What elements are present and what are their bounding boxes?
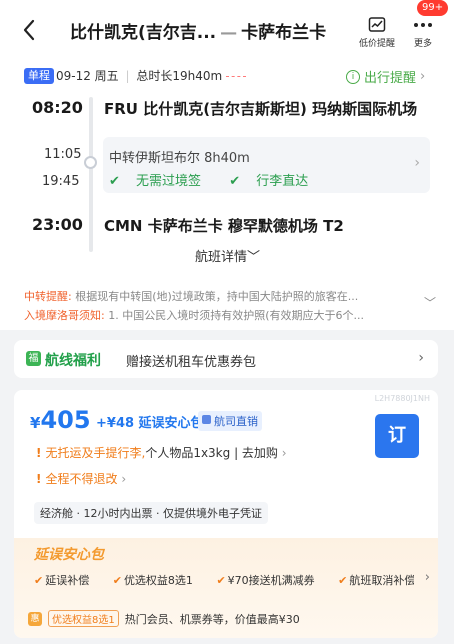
total-duration: 总时长19h40m xyxy=(136,69,223,83)
baggage-warning[interactable]: ! 无托运及手提行李,个人物品1x3kg | 去加购 › xyxy=(36,444,287,461)
check-icon: ✔ xyxy=(34,574,44,587)
baggage-through-label: 行李直达 xyxy=(256,174,309,189)
date-separator: | xyxy=(125,69,130,83)
delay-item-label: 优选权益8选1 xyxy=(123,574,193,587)
route-benefit-desc: 赠接送机租车优惠券包 xyxy=(126,355,257,370)
benefit-chip: 优选权益8选1 xyxy=(48,610,119,627)
transfer-perks: ✔ 无需过境签 ✔ 行李直达 xyxy=(109,170,332,189)
book-button[interactable]: 订 xyxy=(375,414,419,458)
no-baggage-text: 无托运及手提行李, xyxy=(45,446,146,460)
travel-reminder-link[interactable]: i 出行提醒 › xyxy=(346,67,425,86)
message-badge: 99+ xyxy=(417,0,449,16)
delay-package-addon[interactable]: +¥48 延误安心包 xyxy=(96,412,204,431)
price-alert-label: 低价提醒 xyxy=(358,39,395,49)
cabin-info: 经济舱 · 12小时内出票 · 仅提供境外电子凭证 xyxy=(34,502,268,524)
benefit-text: 热门会员、机票券等，价值最高¥30 xyxy=(124,612,300,626)
airline-direct-badge: 航司直销 xyxy=(198,411,262,431)
check-icon: ✔ xyxy=(338,574,348,587)
route-benefit-title: 航线福利 xyxy=(45,353,101,369)
check-icon: ✔ xyxy=(109,174,120,189)
chevron-right-icon: › xyxy=(277,446,287,460)
route-benefit-banner[interactable]: 福 航线福利 赠接送机租车优惠券包 › xyxy=(14,340,438,378)
transfer-city: 中转伊斯坦布尔 8h40m xyxy=(109,151,250,166)
flight-card: 单程 09-12 周五 | 总时长19h40m i 出行提醒 › 08:20 F… xyxy=(0,64,454,278)
currency-symbol: ¥ xyxy=(30,414,41,432)
flight-details-link[interactable]: 航班详情﹀ xyxy=(195,246,260,265)
gift-icon: 福 xyxy=(26,351,41,366)
delay-item-label: 延误补偿 xyxy=(45,574,90,587)
transfer-notice-text: 根据现有中转国(地)过境政策，持中国大陆护照的旅客在... xyxy=(75,290,359,303)
arrival-airport: CMN 卡萨布兰卡 穆罕默德机场 T2 xyxy=(104,217,344,235)
delay-item-label: 航班取消补偿 xyxy=(349,574,414,587)
personal-item-text: 个人物品1x3kg | 去加购 xyxy=(145,446,278,460)
price-trend-icon xyxy=(352,14,402,36)
chevron-right-icon: › xyxy=(420,69,426,84)
departure-airport: FRU 比什凯克(吉尔吉斯斯坦) 玛纳斯国际机场 xyxy=(104,100,418,118)
segment-arrival-time: 11:05 xyxy=(44,147,82,162)
offer-code: L2H7880J1NH xyxy=(374,394,430,403)
transfer-info-box[interactable]: 中转伊斯坦布尔 8h40m ✔ 无需过境签 ✔ 行李直达 › xyxy=(103,137,430,193)
entry-notice-label: 入境摩洛哥须知: xyxy=(24,309,105,322)
dashed-line-decoration xyxy=(226,76,247,77)
check-icon: ✔ xyxy=(229,174,241,189)
flight-details-label: 航班详情 xyxy=(195,250,248,265)
no-visa-label: 无需过境签 xyxy=(136,174,202,189)
arrival-time: 23:00 xyxy=(32,215,83,234)
delay-package-section[interactable]: 延误安心包 ✔ 延误补偿 ✔ 优选权益8选1 ✔ ¥70接送机满减券 ✔ 航班取消补偿 … xyxy=(14,538,438,638)
chevron-down-icon[interactable]: ﹀ xyxy=(424,294,436,311)
route-line xyxy=(89,97,93,252)
delay-item-label: ¥70接送机满减券 xyxy=(227,574,315,587)
travel-reminder-label: 出行提醒 xyxy=(364,71,417,86)
transfer-dot xyxy=(84,156,97,169)
benefit-line: 惠 优选权益8选1 热门会员、机票券等，价值最高¥30 xyxy=(28,610,300,627)
chevron-right-icon: › xyxy=(117,472,127,486)
chevron-down-icon: ﹀ xyxy=(247,250,261,265)
more-dots-icon xyxy=(398,14,448,36)
trip-type-tag: 单程 xyxy=(24,68,54,84)
fare-offer-card: L2H7880J1NH ¥405 +¥48 延误安心包 航司直销 订 ! 无托运及… xyxy=(14,390,438,638)
delay-item: ✔ ¥70接送机满减券 xyxy=(216,574,324,587)
entry-notice-text: 1. 中国公民入境时须持有效护照(有效期应大于6个... xyxy=(108,309,364,322)
transfer-notice-label: 中转提醒: xyxy=(24,290,72,303)
baggage-through-item: ✔ 行李直达 xyxy=(229,174,320,189)
more-label: 更多 xyxy=(413,39,432,49)
title-dash: — xyxy=(220,23,238,43)
notice-panel[interactable]: 中转提醒: 根据现有中转国(地)过境政策，持中国大陆护照的旅客在... 入境摩洛… xyxy=(0,278,454,330)
transfer-notice: 中转提醒: 根据现有中转国(地)过境政策，持中国大陆护照的旅客在... xyxy=(24,288,414,304)
chevron-right-icon: › xyxy=(414,155,420,171)
delay-item: ✔ 优选权益8选1 xyxy=(113,574,203,587)
warning-icon: ! xyxy=(36,472,42,486)
departure-time: 08:20 xyxy=(32,98,83,117)
benefit-icon: 惠 xyxy=(28,611,42,626)
flight-date: 09-12 周五 xyxy=(56,69,119,83)
page-title: 比什凯克(吉尔吉... — 卡萨布兰卡 xyxy=(70,18,340,43)
title-origin: 比什凯克(吉尔吉... xyxy=(70,23,217,43)
segment-departure-time: 19:45 xyxy=(42,174,80,189)
more-button[interactable]: 更多 xyxy=(398,14,448,49)
delay-package-title: 延误安心包 xyxy=(34,547,104,563)
title-destination: 卡萨布兰卡 xyxy=(241,23,327,43)
check-icon: ✔ xyxy=(112,574,122,587)
delay-item: ✔ 延误补偿 xyxy=(34,574,99,587)
price-value: 405 xyxy=(40,406,91,434)
entry-notice: 入境摩洛哥须知: 1. 中国公民入境时须持有效护照(有效期应大于6个... xyxy=(24,307,414,323)
chevron-right-icon: › xyxy=(424,570,430,585)
fare-price: ¥405 xyxy=(30,406,91,434)
date-line: 09-12 周五 | 总时长19h40m xyxy=(56,67,247,84)
delay-package-items: ✔ 延误补偿 ✔ 优选权益8选1 ✔ ¥70接送机满减券 ✔ 航班取消补偿 xyxy=(34,572,414,588)
warning-icon: ! xyxy=(36,446,42,460)
check-icon: ✔ xyxy=(216,574,226,587)
no-visa-item: ✔ 无需过境签 xyxy=(109,174,213,189)
header-bar: 比什凯克(吉尔吉... — 卡萨布兰卡 低价提醒 更多 99+ xyxy=(0,0,454,64)
no-refund-text: 全程不得退改 xyxy=(45,472,118,486)
refund-warning[interactable]: ! 全程不得退改 › xyxy=(36,470,126,487)
price-alert-button[interactable]: 低价提醒 xyxy=(352,14,402,49)
chevron-right-icon: › xyxy=(418,350,424,366)
back-icon[interactable] xyxy=(18,16,42,44)
delay-item: ✔ 航班取消补偿 xyxy=(338,574,414,587)
info-icon: i xyxy=(346,69,360,84)
